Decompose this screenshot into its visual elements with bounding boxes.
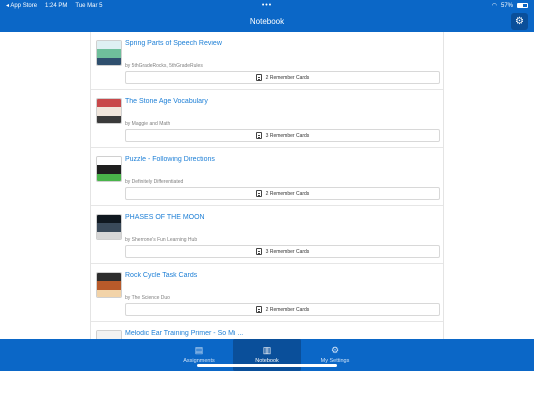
thumbnail-band	[97, 115, 121, 123]
status-right: ◠ 57%	[492, 2, 528, 9]
remember-cards-button[interactable]: 2 Remember Cards	[125, 71, 440, 84]
list-item[interactable]: The Stone Age Vocabulary by Maggie and Ma…	[91, 90, 443, 148]
list-item[interactable]: Melodic Ear Training Primer - So Mi ...	[91, 322, 443, 339]
thumbnail-band	[97, 173, 121, 181]
header: Notebook ⚙	[0, 11, 534, 32]
resource-thumbnail[interactable]	[96, 156, 122, 182]
thumbnail-band	[97, 49, 121, 58]
remember-cards-label: 3 Remember Cards	[265, 132, 310, 139]
list-item[interactable]: Puzzle - Following Directions by Definite…	[91, 148, 443, 206]
thumbnail-band	[97, 57, 121, 65]
settings-button[interactable]: ⚙	[511, 13, 528, 30]
thumbnail-band	[97, 99, 121, 108]
resource-thumbnail[interactable]	[96, 98, 122, 124]
resource-title[interactable]: Puzzle - Following Directions	[125, 156, 215, 163]
thumbnail-band	[97, 107, 121, 116]
list-item[interactable]: PHASES OF THE MOON by Sherrone's Fun Lear…	[91, 206, 443, 264]
back-to-app-store[interactable]: ◂ App Store	[6, 2, 37, 9]
resource-author: by The Science Duo	[125, 295, 170, 301]
resource-title[interactable]: Melodic Ear Training Primer - So Mi ...	[125, 330, 243, 337]
status-left: ◂ App Store 1:24 PM Tue Mar 5	[6, 2, 103, 10]
cards-icon	[255, 74, 262, 81]
thumbnail-band	[97, 165, 121, 174]
status-bar: ◂ App Store 1:24 PM Tue Mar 5 ••• ◠ 57%	[0, 0, 534, 11]
resource-thumbnail[interactable]	[96, 330, 122, 339]
status-date: Tue Mar 5	[75, 2, 103, 9]
thumbnail-band	[97, 331, 121, 339]
thumbnail-band	[97, 215, 121, 224]
thumbnail-band	[97, 41, 121, 50]
page-title: Notebook	[249, 17, 285, 26]
list-item[interactable]: Spring Parts of Speech Review by 5thGrade…	[91, 32, 443, 90]
resource-thumbnail[interactable]	[96, 40, 122, 66]
resource-title[interactable]: Spring Parts of Speech Review	[125, 40, 222, 47]
thumbnail-band	[97, 281, 121, 290]
cards-icon	[255, 248, 262, 255]
thumbnail-band	[97, 157, 121, 166]
wifi-icon: ◠	[491, 3, 497, 9]
thumbnail-band	[97, 289, 121, 297]
resource-author: by Sherrone's Fun Learning Hub	[125, 237, 198, 243]
thumbnail-band	[97, 223, 121, 232]
cards-icon	[255, 190, 262, 197]
assignments-icon: ▤	[194, 345, 204, 355]
cards-icon	[255, 132, 262, 139]
remember-cards-label: 2 Remember Cards	[265, 74, 310, 81]
battery-icon	[517, 3, 528, 8]
home-indicator[interactable]	[197, 364, 337, 367]
battery-percent: 57%	[500, 2, 513, 9]
remember-cards-button[interactable]: 2 Remember Cards	[125, 303, 440, 316]
thumbnail-band	[97, 273, 121, 282]
thumbnail-band	[97, 231, 121, 239]
bottom-space	[0, 371, 534, 400]
gear-icon: ⚙	[515, 16, 524, 27]
remember-cards-button[interactable]: 2 Remember Cards	[125, 187, 440, 200]
cards-icon	[255, 306, 262, 313]
remember-cards-button[interactable]: 3 Remember Cards	[125, 245, 440, 258]
settings-icon: ⚙	[330, 345, 340, 355]
remember-cards-label: 2 Remember Cards	[265, 306, 310, 313]
remember-cards-label: 2 Remember Cards	[265, 190, 310, 197]
resource-author: by Maggie and Math	[125, 121, 171, 127]
resource-title[interactable]: Rock Cycle Task Cards	[125, 272, 197, 279]
remember-cards-button[interactable]: 3 Remember Cards	[125, 129, 440, 142]
multitask-dots[interactable]: •••	[262, 2, 272, 9]
resource-thumbnail[interactable]	[96, 272, 122, 298]
notebook-icon: ▥	[262, 345, 272, 355]
resource-author: by Definitely Differentiated	[125, 179, 184, 185]
resource-thumbnail[interactable]	[96, 214, 122, 240]
notebook-list[interactable]: Spring Parts of Speech Review by 5thGrade…	[90, 32, 444, 339]
remember-cards-label: 3 Remember Cards	[265, 248, 310, 255]
resource-title[interactable]: PHASES OF THE MOON	[125, 214, 205, 221]
resource-title[interactable]: The Stone Age Vocabulary	[125, 98, 208, 105]
list-item[interactable]: Rock Cycle Task Cards by The Science Duo 2…	[91, 264, 443, 322]
resource-author: by 5thGradeRocks, 5thGradeRules	[125, 63, 203, 69]
status-time: 1:24 PM	[45, 2, 68, 9]
